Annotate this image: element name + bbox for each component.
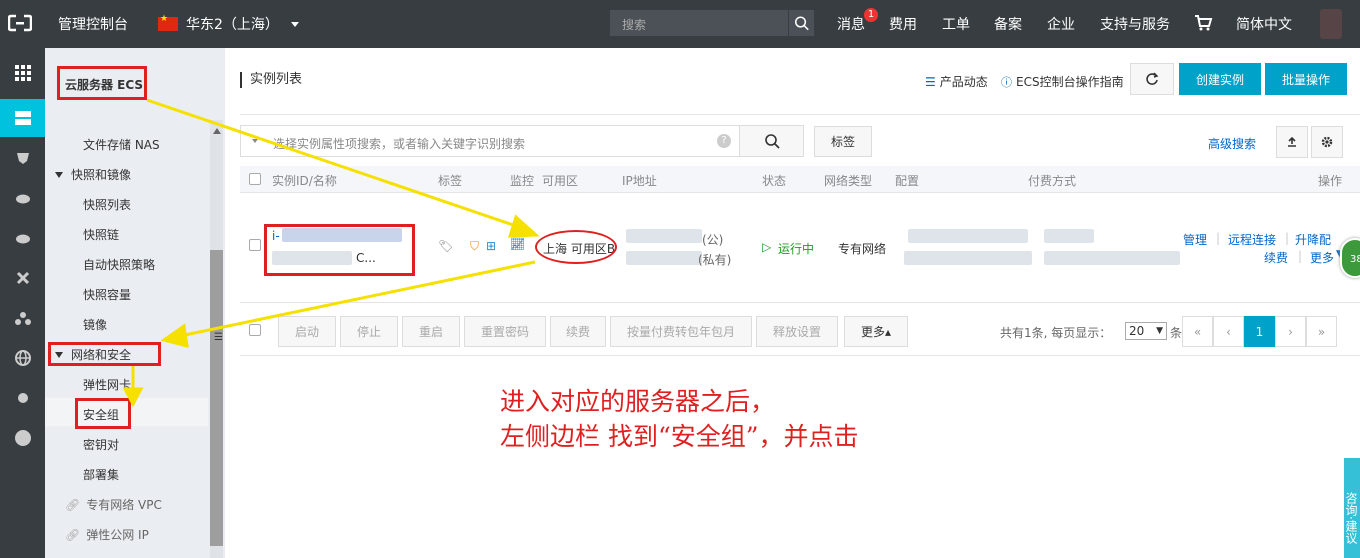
floating-status-widget[interactable]: 38 — [1340, 238, 1360, 278]
floating-status-label: 38 — [1350, 254, 1360, 265]
consult-feedback-tab[interactable]: 咨询·建议 — [1344, 458, 1360, 558]
annotation-line-2: 左侧边栏 找到“安全组”，并点击 — [500, 422, 859, 451]
annotation-arrows — [122, 98, 540, 408]
annotation-text: 进入对应的服务器之后， 左侧边栏 找到“安全组”，并点击 — [500, 384, 859, 454]
annotation-line-1: 进入对应的服务器之后， — [500, 387, 776, 416]
